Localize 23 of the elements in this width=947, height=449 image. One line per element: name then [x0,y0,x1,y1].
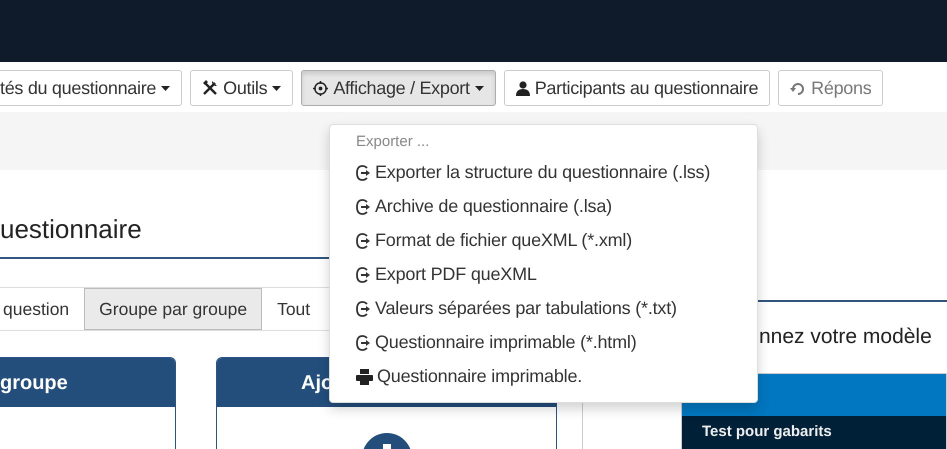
view-tab[interactable]: Tout [262,288,326,330]
file-export-icon [356,198,371,214]
menu-item[interactable]: Export PDF queXML [330,258,757,292]
user-icon [516,80,530,96]
refresh-icon [790,80,806,96]
menu-item[interactable]: Exporter la structure du questionnaire (.lss) [330,156,757,190]
toolbar-button[interactable]: tés du questionnaire [0,70,182,106]
file-export-icon [356,232,371,248]
file-export-icon [356,334,371,350]
file-export-icon [356,164,371,180]
file-export-icon [356,300,371,316]
template-name: Test pour gabarits [682,416,946,449]
printer-icon [356,368,373,384]
toolbar-button[interactable]: Affichage / Export [301,70,496,106]
toolbar-button[interactable]: Outils [190,70,294,106]
card-title: groupe [0,358,175,408]
tools-icon [202,80,218,96]
view-tab[interactable]: question [0,288,84,330]
dropdown-header: Exporter ... [355,132,430,152]
file-export-icon [356,266,371,282]
toolbar-button[interactable]: Répons [778,70,884,106]
view-tab[interactable]: Groupe par groupe [84,288,262,330]
toolbar-button[interactable]: Participants au questionnaire [504,70,770,106]
